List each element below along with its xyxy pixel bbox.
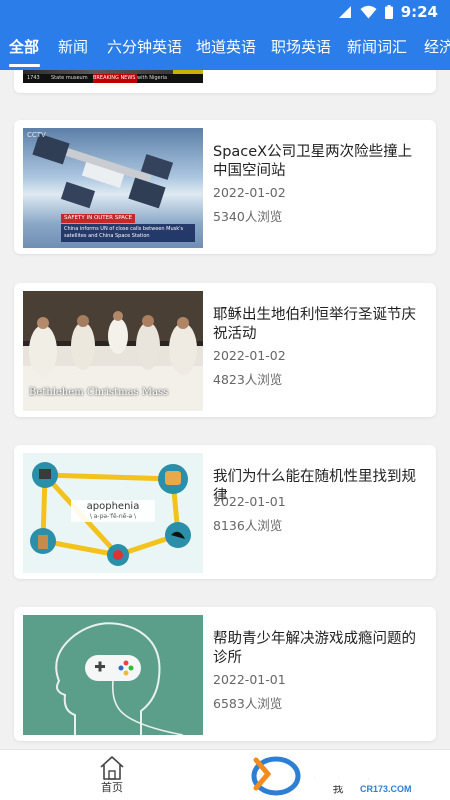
thumb-phonetic: \ a-pə-'fē-nē-ə \ [89, 513, 137, 520]
article-title: SpaceX公司卫星两次险些撞上中国空间站 [213, 144, 413, 179]
article-date: 2022-01-01 [213, 672, 286, 687]
signal-icon [338, 6, 351, 18]
watermark-logo: 西西 软件园 CR173.COM [251, 756, 412, 796]
status-bar: 9:24 [0, 0, 450, 24]
article-text: 帮助青少年解决游戏成瘾问题的诊所 2022-01-01 6583人浏览 [213, 630, 426, 730]
thumb-caption: China informs UN of close calls between … [61, 224, 195, 242]
article-text: 我们为什么能在随机性里找到规律 2022-01-01 8136人浏览 [213, 468, 426, 568]
thumb-caption: State museum [51, 75, 88, 81]
channel-logo: CCTV [27, 131, 46, 139]
tab-economy[interactable]: 经济 [424, 38, 450, 56]
status-icons: 9:24 [337, 3, 438, 21]
tab-authentic-english[interactable]: 地道英语 [196, 38, 256, 56]
article-thumbnail: 1743 State museum BREAKING NEWS with Nigeri… [23, 70, 203, 83]
tab-all[interactable]: 全部 [9, 38, 39, 56]
article-date: 2022-01-01 [213, 494, 286, 509]
wifi-icon [360, 5, 377, 19]
status-time: 9:24 [400, 3, 438, 21]
article-views: 5340人浏览 [213, 209, 283, 224]
thumb-word: apophenia [86, 501, 140, 512]
article-views: 6583人浏览 [213, 696, 283, 711]
article-title: 耶稣出生地伯利恒举行圣诞节庆祝活动 [213, 307, 416, 342]
thumb-caption: with Nigeria [137, 75, 168, 81]
article-date: 2022-01-02 [213, 348, 286, 363]
tab-six-minute-english[interactable]: 六分钟英语 [107, 38, 182, 56]
article-card[interactable]: 帮助青少年解决游戏成瘾问题的诊所 2022-01-01 6583人浏览 [14, 607, 436, 741]
tab-news-vocabulary[interactable]: 新闻词汇 [347, 38, 407, 56]
svg-text:西西: 西西 [298, 763, 350, 790]
article-thumbnail [23, 615, 203, 735]
thumb-caption: 1743 [27, 75, 40, 81]
tab-news[interactable]: 新闻 [58, 38, 88, 56]
thumb-banner: SAFETY IN OUTER SPACE [61, 214, 136, 223]
svg-text:软件园: 软件园 [352, 762, 412, 784]
article-card[interactable]: CCTV SAFETY IN OUTER SPACE China informs… [14, 120, 436, 254]
article-thumbnail: CCTV SAFETY IN OUTER SPACE China informs… [23, 128, 203, 248]
home-icon [100, 756, 124, 780]
article-thumbnail: apophenia \ a-pə-'fē-nē-ə \ [23, 453, 203, 573]
gaming-head-illustration [55, 622, 184, 735]
article-card-partial[interactable]: 1743 State museum BREAKING NEWS with Nigeri… [14, 70, 436, 93]
category-tabs: 全部 新闻 六分钟英语 地道英语 职场英语 新闻词汇 经济 [0, 24, 450, 70]
active-tab-indicator [9, 64, 40, 67]
article-views: 8136人浏览 [213, 518, 283, 533]
article-feed[interactable]: 1743 State museum BREAKING NEWS with Nigeri… [0, 70, 450, 749]
site-watermark: 西西 软件园 CR173.COM [248, 752, 434, 796]
battery-icon [384, 5, 393, 19]
thumb-caption: Bethlehem Christmas Mass [29, 387, 169, 398]
article-thumbnail: Bethlehem Christmas Mass [23, 291, 203, 411]
article-card[interactable]: Bethlehem Christmas Mass 耶稣出生地伯利恒举行圣诞节庆祝… [14, 283, 436, 417]
article-card[interactable]: apophenia \ a-pə-'fē-nē-ə \ 我们为什么能在随机性里找… [14, 445, 436, 579]
nav-home[interactable]: 首页 [84, 755, 140, 795]
tab-workplace-english[interactable]: 职场英语 [271, 38, 331, 56]
article-views: 4823人浏览 [213, 372, 283, 387]
thumb-caption: BREAKING NEWS [93, 74, 137, 83]
article-date: 2022-01-02 [213, 185, 286, 200]
article-text: SpaceX公司卫星两次险些撞上中国空间站 2022-01-02 5340人浏览 [213, 143, 426, 243]
article-title: 帮助青少年解决游戏成瘾问题的诊所 [213, 631, 416, 666]
svg-text:CR173.COM: CR173.COM [360, 784, 412, 794]
article-text: 耶稣出生地伯利恒举行圣诞节庆祝活动 2022-01-02 4823人浏览 [213, 306, 426, 406]
nav-home-label: 首页 [101, 781, 123, 794]
